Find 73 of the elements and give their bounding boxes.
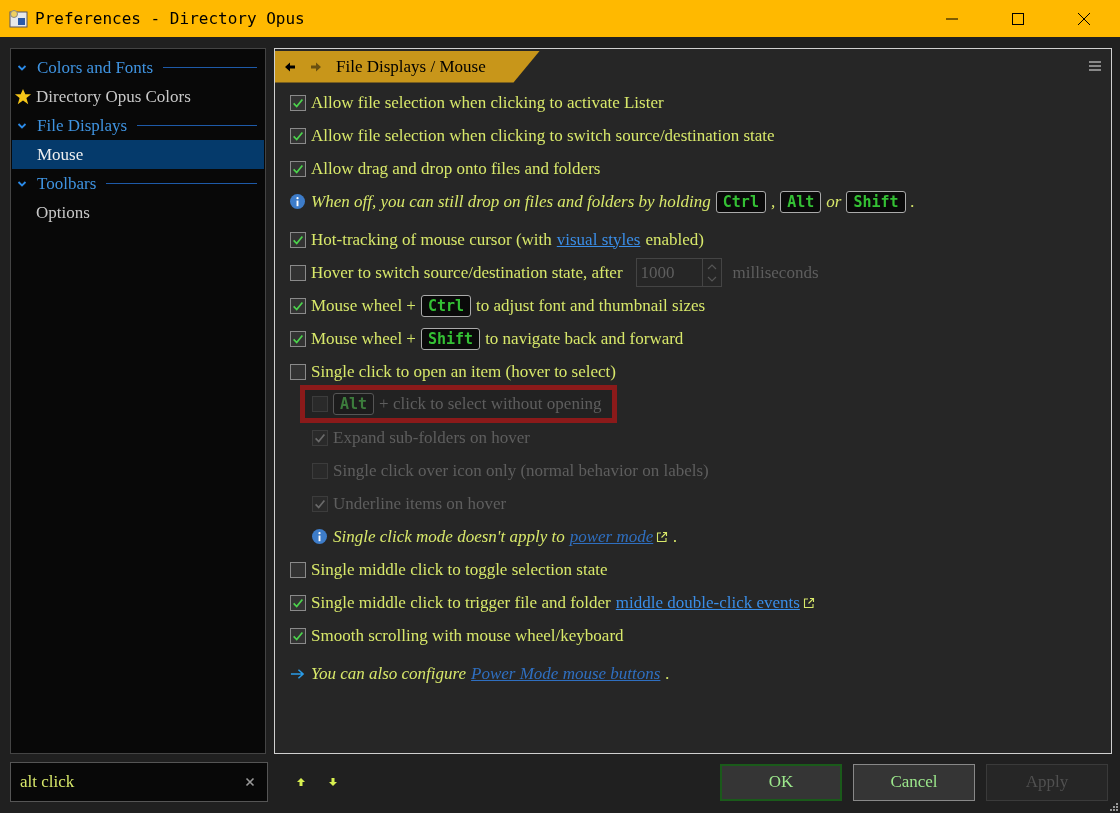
option-label: or [826,191,842,212]
external-link-icon [656,530,669,543]
external-link-icon [802,596,815,609]
option-label: Allow drag and drop onto files and folders [311,158,601,179]
checkbox[interactable] [290,561,306,578]
option-label: When off, you can still drop on files and folders by holding [311,191,711,212]
option-label: Mouse wheel + [311,328,416,349]
checkbox[interactable] [290,330,306,347]
option-label: Allow file selection when clicking to switch source/destination state [311,125,775,146]
option-label: Single click over icon only (normal behavior on labels) [333,460,709,481]
option-label: Single click mode doesn't apply to [333,526,565,547]
menu-icon[interactable] [1089,61,1101,71]
sidebar-item[interactable]: Options [11,198,265,227]
down-arrow-icon[interactable] [328,777,338,787]
back-icon[interactable] [284,60,296,73]
checkbox[interactable] [290,363,306,380]
sidebar-group[interactable]: Toolbars [37,173,97,194]
dialog-button[interactable]: Cancel [853,763,975,801]
key-label: Alt [780,190,822,213]
window-title: Preferences - Directory Opus [35,9,305,28]
info-icon [290,194,305,209]
maximize-icon[interactable] [1011,11,1025,26]
key-label: Alt [333,393,375,415]
option-label: Hot-tracking of mouse cursor (with [311,229,552,250]
info-icon [312,529,327,544]
sidebar-item[interactable]: Directory Opus Colors [11,82,265,111]
clear-icon[interactable] [245,777,255,787]
option-label: Expand sub-folders on hover [333,427,530,448]
option-label: . [910,191,915,212]
option-label: Single middle click to toggle selection state [311,559,608,580]
option-label: Smooth scrolling with mouse wheel/keyboard [311,625,624,646]
option-label: . [673,526,678,547]
checkbox[interactable] [290,594,306,611]
key-label: Shift [420,327,481,350]
help-link[interactable]: visual styles [556,229,641,250]
checkbox[interactable] [290,231,306,248]
option-label: , [770,191,776,212]
option-label: Underline items on hover [333,493,507,514]
arrow-icon [290,667,305,680]
option-label: Allow file selection when clicking to activate Lister [311,92,664,113]
sidebar-item[interactable]: Mouse [12,140,264,169]
dialog-button[interactable]: OK [720,763,842,801]
checkbox[interactable] [290,160,306,177]
sidebar-group[interactable]: File Displays [37,115,128,136]
option-label: Mouse wheel + [311,295,416,316]
search-field[interactable]: alt click [10,762,268,802]
help-link[interactable]: middle double-click events [615,592,815,613]
key-label: Ctrl [420,294,472,317]
up-arrow-icon[interactable] [296,777,306,787]
resize-grip-icon[interactable] [1110,803,1118,811]
breadcrumb-text: File Displays / Mouse [336,56,486,77]
option-label: to adjust font and thumbnail sizes [476,295,706,316]
option-label: to navigate back and forward [485,328,684,349]
sidebar-group[interactable]: Colors and Fonts [37,57,154,78]
app-icon [9,8,29,29]
star-icon [14,87,32,106]
forward-icon[interactable] [310,60,322,73]
close-icon[interactable] [1077,11,1091,26]
key-label: Shift [846,190,906,213]
option-label: . [665,663,670,684]
checkbox[interactable] [290,264,306,281]
option-label: You can also configure [311,663,467,684]
unit-label: milliseconds [732,262,819,283]
checkbox[interactable] [290,127,306,144]
key-label: Ctrl [715,190,766,213]
checkbox[interactable] [290,94,306,111]
option-label: Single click to open an item (hover to select) [311,361,616,382]
option-label: Hover to switch source/destination state, after [311,262,623,283]
checkbox[interactable] [290,297,306,314]
option-label: enabled) [645,229,704,250]
option-label: Single middle click to trigger file and folder [311,592,611,613]
checkbox[interactable] [290,627,306,644]
option-label: + click to select without opening [379,394,602,414]
